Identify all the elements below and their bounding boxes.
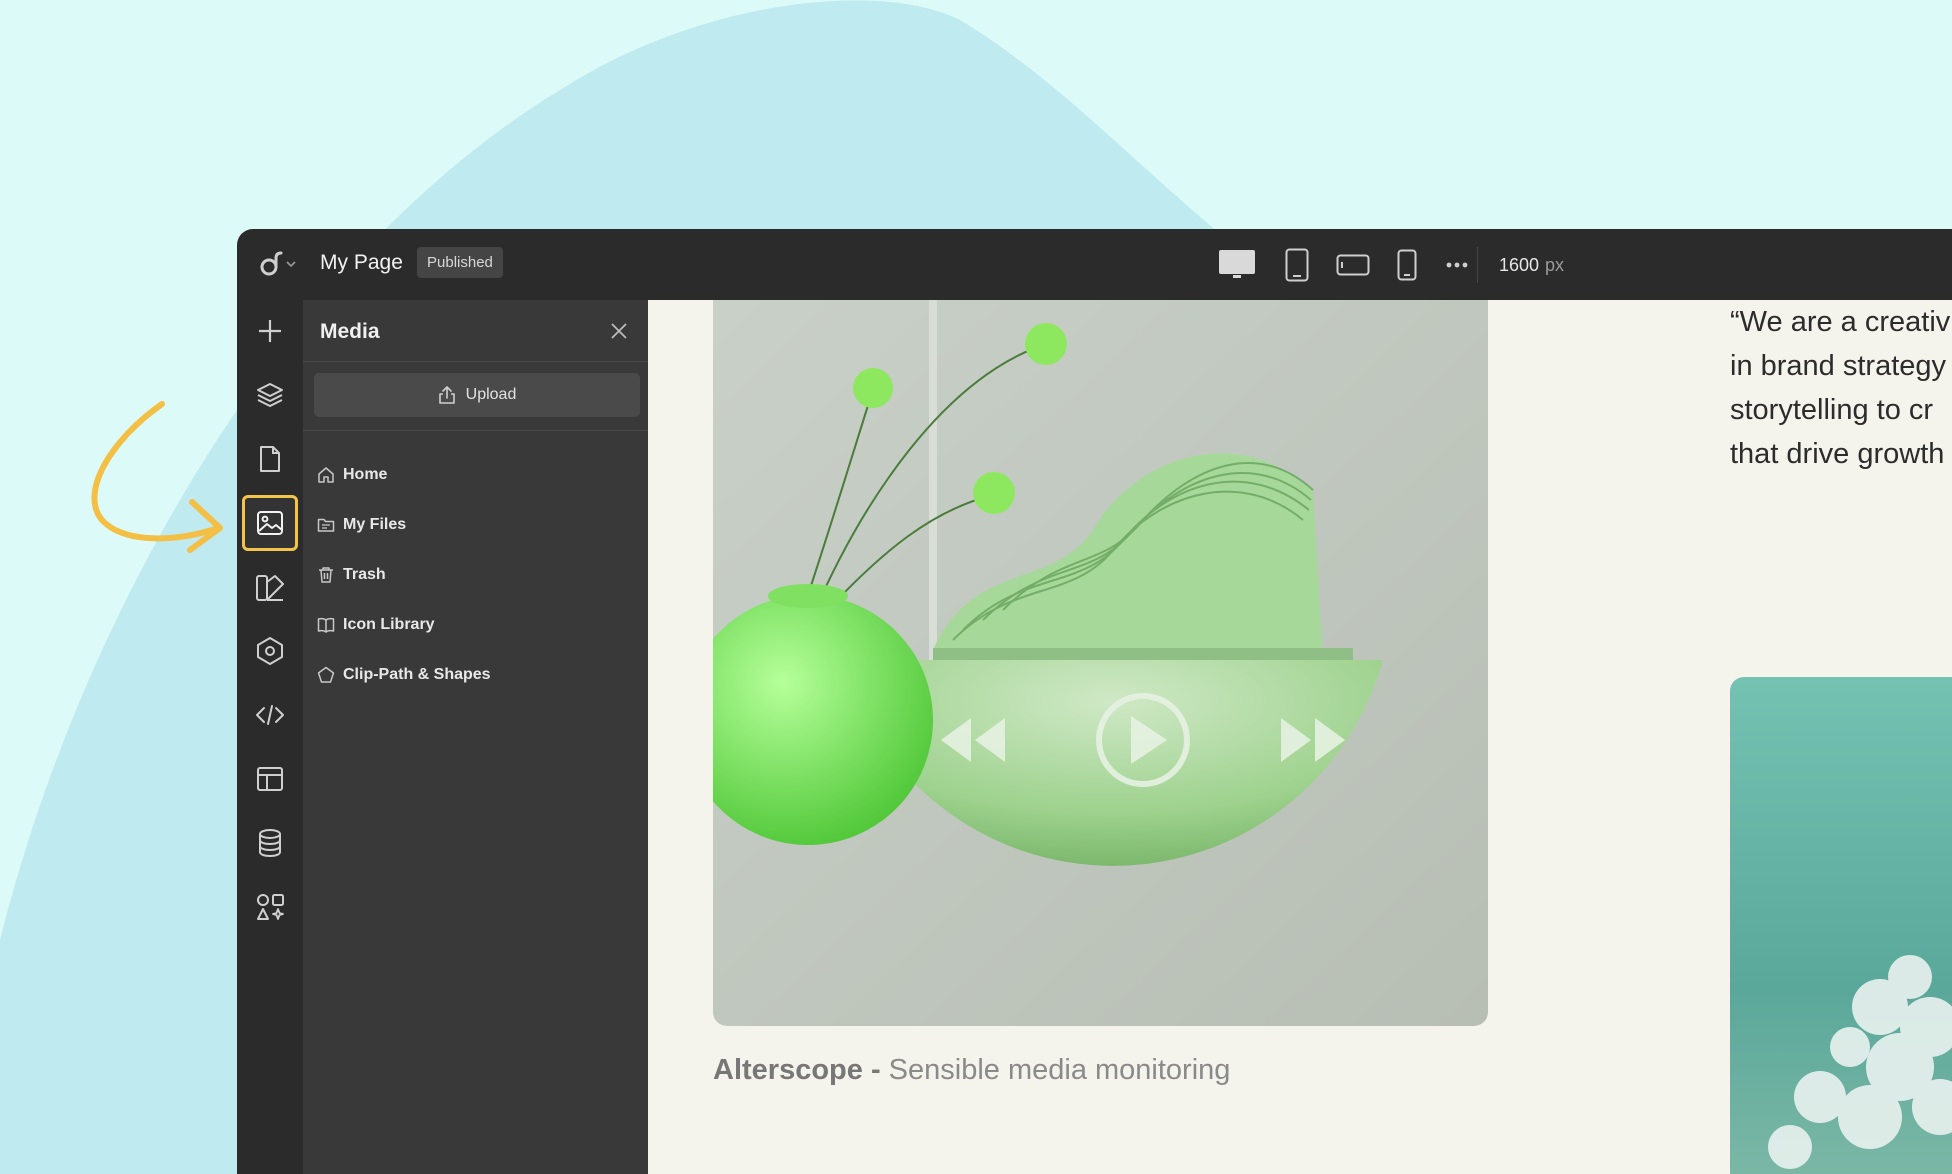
topbar-divider — [1477, 247, 1478, 283]
desktop-view-button[interactable] — [1217, 246, 1257, 284]
nav-item-label: Home — [343, 466, 388, 483]
top-bar: My Page Published 1600 px — [237, 229, 1952, 300]
media-nav: Home My Files Trash Icon Library Clip-Pa… — [317, 450, 491, 700]
tablet-view-button[interactable] — [1269, 246, 1325, 284]
more-icon — [1446, 262, 1468, 268]
code-button[interactable] — [242, 687, 298, 743]
quote-text: “We are a creativ in brand strategy stor… — [1730, 300, 1952, 476]
panel-title: Media — [320, 320, 380, 343]
pentagon-icon — [317, 666, 335, 683]
hero-illustration — [713, 300, 1488, 1026]
tablet-landscape-icon — [1336, 254, 1370, 276]
image-caption: Alterscope - Sensible media monitoring — [713, 1054, 1230, 1087]
style-button[interactable] — [242, 559, 298, 615]
canvas-width-unit: px — [1545, 255, 1565, 275]
tablet-icon — [1285, 248, 1309, 282]
nav-item-my-files[interactable]: My Files — [317, 500, 491, 550]
style-icon — [256, 575, 284, 601]
more-devices-button[interactable] — [1433, 246, 1481, 284]
home-icon — [318, 467, 334, 483]
nav-item-label: Trash — [343, 566, 386, 583]
nav-item-icon-library[interactable]: Icon Library — [317, 600, 491, 650]
phone-icon — [1397, 249, 1417, 281]
add-icon — [259, 320, 281, 342]
layout-button[interactable] — [242, 751, 298, 807]
database-icon — [259, 829, 281, 858]
close-icon — [611, 323, 627, 339]
quote-line: “We are a creativ — [1730, 306, 1951, 338]
nav-item-clip-path-shapes[interactable]: Clip-Path & Shapes — [317, 650, 491, 700]
nav-item-label: Clip-Path & Shapes — [343, 666, 491, 683]
app-logo-menu[interactable] — [259, 249, 301, 279]
quote-line: in brand strategy — [1730, 350, 1947, 382]
book-icon — [317, 617, 335, 633]
hero-image[interactable] — [713, 300, 1488, 1026]
chevron-down-icon — [286, 261, 296, 268]
apps-button[interactable] — [242, 879, 298, 935]
code-icon — [256, 705, 284, 725]
apps-icon — [257, 894, 284, 920]
components-button[interactable] — [242, 623, 298, 679]
desktop-icon — [1219, 250, 1255, 278]
trash-icon — [319, 567, 333, 583]
panel-divider — [303, 430, 648, 431]
side-image[interactable] — [1730, 677, 1952, 1174]
media-panel: Media Upload Home My Files Trash Icon Li… — [303, 300, 648, 1174]
quote-line: that drive growth — [1730, 438, 1945, 470]
database-button[interactable] — [242, 815, 298, 871]
phone-view-button[interactable] — [1381, 246, 1433, 284]
pointer-arrow-icon — [91, 401, 223, 553]
close-panel-button[interactable] — [606, 318, 632, 344]
upload-icon — [438, 386, 455, 404]
canvas-width-value: 1600 — [1499, 255, 1540, 275]
logo-icon — [260, 251, 283, 276]
side-illustration — [1730, 677, 1952, 1174]
nav-item-label: Icon Library — [343, 616, 435, 633]
pages-button[interactable] — [242, 431, 298, 487]
builder-window: My Page Published 1600 px Media Upload H… — [237, 229, 1952, 1174]
add-element-button[interactable] — [242, 303, 298, 359]
panel-divider — [303, 361, 648, 362]
left-toolbar — [237, 300, 303, 1174]
layers-icon — [257, 383, 283, 407]
media-button[interactable] — [242, 495, 298, 551]
page-canvas: Alterscope - Sensible media monitoring “… — [648, 300, 1952, 1174]
canvas-width-readout[interactable]: 1600 px — [1499, 255, 1564, 276]
layers-button[interactable] — [242, 367, 298, 423]
caption-brand: Alterscope - — [713, 1054, 881, 1086]
quote-line: storytelling to cr — [1730, 394, 1934, 426]
upload-label: Upload — [465, 386, 517, 403]
page-title[interactable]: My Page — [320, 251, 403, 275]
device-switcher — [1217, 246, 1481, 284]
layout-icon — [257, 767, 283, 791]
nav-item-trash[interactable]: Trash — [317, 550, 491, 600]
nav-item-label: My Files — [343, 516, 407, 533]
tablet-landscape-view-button[interactable] — [1325, 246, 1381, 284]
status-badge: Published — [417, 247, 503, 278]
media-icon — [257, 511, 283, 535]
component-icon — [257, 637, 283, 665]
caption-tagline: Sensible media monitoring — [880, 1054, 1231, 1086]
folder-icon — [317, 518, 335, 532]
upload-button[interactable]: Upload — [314, 373, 640, 417]
nav-item-home[interactable]: Home — [317, 450, 491, 500]
page-icon — [260, 446, 280, 472]
